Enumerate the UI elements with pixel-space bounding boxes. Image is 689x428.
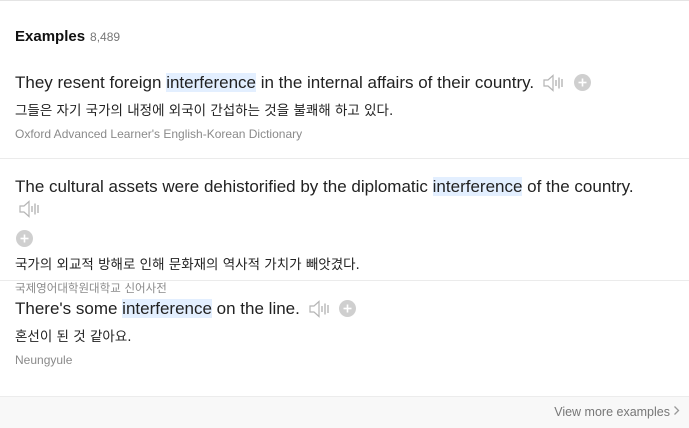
divider [0, 280, 689, 281]
example-translation: 국가의 외교적 방해로 인해 문화재의 역사적 가치가 빼앗겼다. [15, 257, 360, 273]
example-translation: 그들은 자기 국가의 내정에 외국이 간섭하는 것을 불쾌해 하고 있다. [15, 103, 394, 119]
example-sentence: There's some interference on the line. [15, 298, 689, 324]
example-source: 국제영어대학원대학교 신어사전 [15, 281, 167, 295]
divider [0, 158, 689, 159]
sentence-text: They resent foreign [15, 73, 167, 92]
example-item: The cultural assets were dehistorified b… [15, 176, 689, 296]
add-to-wordbook-icon[interactable] [339, 300, 357, 323]
examples-footer: View more examples [0, 396, 689, 428]
sentence-text: in the internal affairs of their country… [255, 73, 535, 92]
example-sentence: They resent foreign interference in the … [15, 72, 689, 98]
add-to-wordbook-icon[interactable] [573, 74, 591, 97]
examples-title: Examples [15, 28, 86, 45]
example-item: There's some interference on the line. 혼… [15, 298, 689, 367]
speaker-icon[interactable] [308, 300, 331, 324]
top-divider [0, 0, 689, 1]
sentence-text: of the country. [522, 177, 634, 196]
highlighted-keyword: interference [432, 177, 523, 196]
view-more-label: View more examples [554, 405, 670, 419]
speaker-icon[interactable] [543, 74, 565, 98]
example-translation: 혼선이 된 것 같아요. [15, 329, 132, 345]
examples-header: Examples 8,489 [15, 28, 120, 45]
example-source: Oxford Advanced Learner's English-Korean… [15, 127, 303, 141]
speaker-icon[interactable] [19, 200, 41, 224]
view-more-examples-link[interactable]: View more examples [554, 405, 680, 419]
example-item: They resent foreign interference in the … [15, 72, 689, 141]
sentence-text: on the line. [211, 299, 300, 318]
sentence-text: There's some [15, 299, 123, 318]
example-source: Neungyule [15, 353, 73, 367]
example-sentence: The cultural assets were dehistorified b… [15, 176, 689, 253]
add-to-wordbook-icon[interactable] [16, 230, 649, 253]
chevron-right-icon [673, 405, 680, 419]
sentence-text: The cultural assets were dehistorified b… [15, 177, 433, 196]
highlighted-keyword: interference [122, 299, 212, 318]
examples-count: 8,489 [90, 30, 121, 44]
highlighted-keyword: interference [166, 73, 256, 92]
